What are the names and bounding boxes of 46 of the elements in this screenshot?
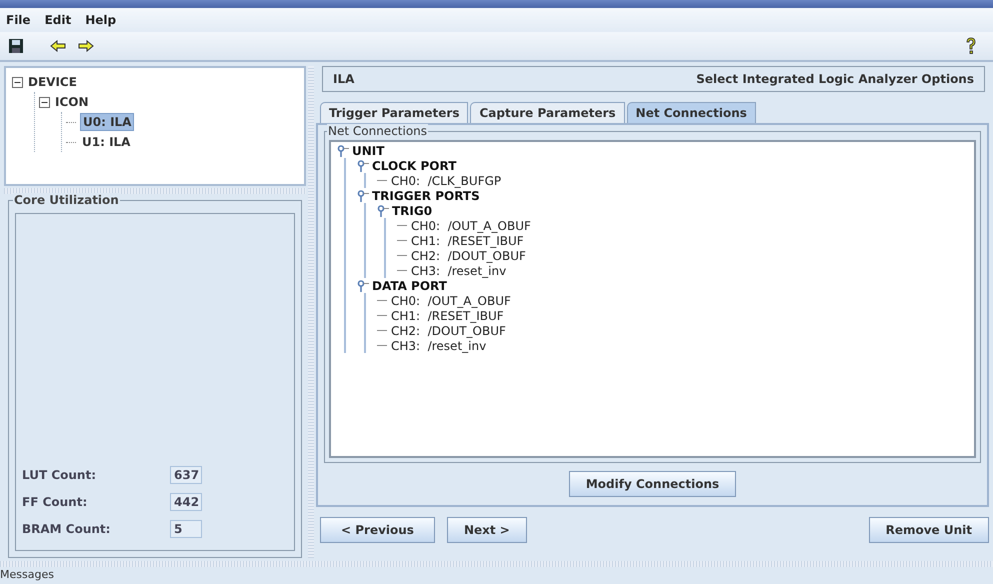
node-handle-icon[interactable]	[357, 280, 369, 292]
modify-connections-button[interactable]: Modify Connections	[568, 471, 736, 497]
tree-node[interactable]: DATA PORT	[372, 278, 447, 292]
net-entry[interactable]: CH0: /OUT_A_OBUF	[411, 218, 531, 232]
collapse-icon[interactable]	[39, 96, 50, 108]
node-handle-icon[interactable]	[357, 160, 369, 172]
tab[interactable]: Trigger Parameters	[320, 102, 468, 123]
tree-node[interactable]: CLOCK PORT	[372, 158, 456, 172]
net-entry[interactable]: CH2: /DOUT_OBUF	[391, 324, 506, 338]
next-button[interactable]: Next >	[446, 517, 527, 543]
header-description: Select Integrated Logic Analyzer Options	[696, 72, 974, 86]
group-title: Core Utilization	[13, 193, 120, 207]
menu-item[interactable]: File	[6, 13, 31, 27]
tree-item[interactable]: DEVICE	[26, 74, 79, 90]
field-label: FF Count:	[22, 495, 88, 509]
previous-button[interactable]: < Previous	[320, 517, 435, 543]
tree-item[interactable]: ICON	[53, 94, 91, 110]
net-entry[interactable]: CH1: /RESET_IBUF	[411, 234, 524, 248]
net-entry[interactable]: CH0: /CLK_BUFGP	[391, 174, 502, 188]
tree-node[interactable]: TRIGGER PORTS	[372, 188, 480, 202]
tab[interactable]: Net Connections	[626, 102, 756, 123]
remove-unit-button[interactable]: Remove Unit	[868, 517, 989, 543]
net-entry[interactable]: CH0: /OUT_A_OBUF	[391, 294, 511, 308]
field-label: LUT Count:	[22, 468, 97, 482]
group-title: Net Connections	[327, 124, 428, 138]
menu-item[interactable]: Edit	[44, 13, 72, 27]
net-entry[interactable]: CH1: /RESET_IBUF	[391, 308, 504, 322]
node-handle-icon[interactable]	[337, 144, 349, 156]
count-field: 442	[170, 493, 202, 511]
count-field: 637	[170, 466, 202, 484]
menu-item[interactable]: Help	[85, 13, 116, 27]
unit-name: ILA	[333, 72, 354, 86]
tree-node[interactable]: TRIG0	[392, 204, 432, 218]
tab[interactable]: Capture Parameters	[470, 102, 625, 123]
tree-node[interactable]: UNIT	[352, 144, 384, 158]
count-field: 5	[170, 520, 202, 538]
node-handle-icon[interactable]	[377, 204, 389, 216]
node-handle-icon[interactable]	[357, 190, 369, 202]
net-entry[interactable]: CH3: /reset_inv	[391, 338, 486, 352]
tree-item[interactable]: U0: ILA	[80, 113, 134, 131]
net-entry[interactable]: CH2: /DOUT_OBUF	[411, 248, 526, 262]
collapse-icon[interactable]	[12, 76, 23, 88]
net-entry[interactable]: CH3: /reset_inv	[411, 264, 506, 278]
field-label: BRAM Count:	[22, 522, 112, 536]
tree-item[interactable]: U1: ILA	[80, 134, 132, 150]
messages-label: Messages	[0, 568, 54, 581]
